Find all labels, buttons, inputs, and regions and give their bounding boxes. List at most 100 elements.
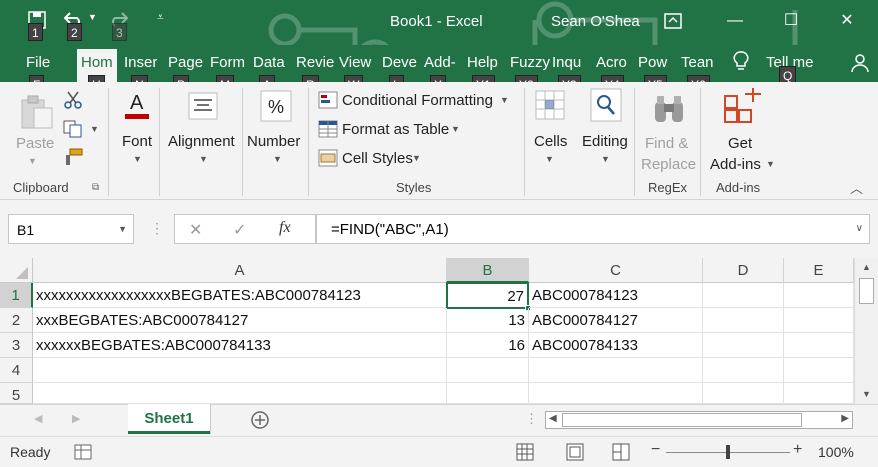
alignment-dropdown-icon[interactable]: ▼ xyxy=(199,154,208,164)
paste-dropdown-icon[interactable]: ▼ xyxy=(28,156,37,166)
page-break-view-icon[interactable] xyxy=(612,443,630,461)
vertical-scrollbar[interactable]: ▲ ▼ xyxy=(854,258,878,404)
cell-styles-icon[interactable] xyxy=(318,149,338,167)
cell-a1[interactable]: xxxxxxxxxxxxxxxxxxBEGBATES:ABC000784123 xyxy=(33,283,447,308)
insert-function-icon[interactable]: fx xyxy=(279,219,291,237)
collapse-ribbon-icon[interactable]: ︿ xyxy=(850,178,863,197)
cell-e2[interactable] xyxy=(784,308,854,333)
format-painter-icon[interactable] xyxy=(63,148,83,166)
cell-d5[interactable] xyxy=(703,383,784,404)
cell-e5[interactable] xyxy=(784,383,854,404)
cell-c4[interactable] xyxy=(529,358,703,383)
tab-inquire[interactable]: Inqu xyxy=(552,54,581,71)
cell-b2[interactable]: 13 xyxy=(447,308,529,333)
clipboard-launcher-icon[interactable]: ⧉ xyxy=(92,182,99,193)
find-replace-label[interactable]: Find & xyxy=(645,135,688,152)
share-person-icon[interactable] xyxy=(850,53,870,73)
editing-dropdown-icon[interactable]: ▼ xyxy=(601,154,610,164)
cells-dropdown-icon[interactable]: ▼ xyxy=(545,154,554,164)
paste-icon[interactable] xyxy=(18,94,54,130)
cut-icon[interactable] xyxy=(63,90,83,110)
editing-search-icon[interactable] xyxy=(590,88,622,122)
tab-review[interactable]: Revie xyxy=(296,54,334,71)
tab-formulas[interactable]: Form xyxy=(210,54,245,71)
tab-file[interactable]: File xyxy=(26,54,50,71)
number-dropdown-icon[interactable]: ▼ xyxy=(273,154,282,164)
undo-dropdown-icon[interactable]: ▼ xyxy=(88,12,97,22)
find-replace-label-2[interactable]: Replace xyxy=(641,156,696,173)
name-box[interactable]: B1 ▼ xyxy=(8,214,134,244)
formula-input[interactable]: =FIND("ABC",A1) ∨ xyxy=(316,214,870,244)
cell-c1[interactable]: ABC000784123 xyxy=(529,283,703,308)
alignment-icon[interactable] xyxy=(188,92,218,120)
prev-sheet-icon[interactable]: ◀ xyxy=(34,412,42,425)
cell-styles-dropdown-icon[interactable]: ▼ xyxy=(412,153,421,163)
cell-c5[interactable] xyxy=(529,383,703,404)
scroll-down-icon[interactable]: ▼ xyxy=(862,389,871,399)
format-as-table-dropdown-icon[interactable]: ▼ xyxy=(451,124,460,134)
ribbon-display-options-icon[interactable] xyxy=(664,13,682,29)
customize-qat-icon[interactable]: ⩡ xyxy=(157,10,164,25)
scroll-left-icon[interactable]: ◀ xyxy=(549,413,557,424)
tab-view[interactable]: View xyxy=(339,54,371,71)
zoom-in-icon[interactable]: + xyxy=(793,441,802,459)
cell-styles-button[interactable]: Cell Styles xyxy=(342,150,413,167)
copy-dropdown-icon[interactable]: ▼ xyxy=(90,124,99,134)
conditional-formatting-dropdown-icon[interactable]: ▼ xyxy=(500,95,509,105)
tab-acrobat[interactable]: Acro xyxy=(596,54,627,71)
enter-check-icon[interactable]: ✓ xyxy=(233,220,246,240)
cell-a2[interactable]: xxxBEGBATES:ABC000784127 xyxy=(33,308,447,333)
scroll-right-icon[interactable]: ▶ xyxy=(841,413,849,424)
alignment-group-button[interactable]: Alignment xyxy=(168,133,235,150)
select-all-button[interactable] xyxy=(0,258,33,283)
number-format-icon[interactable]: % xyxy=(260,90,292,122)
page-layout-view-icon[interactable] xyxy=(566,443,584,461)
binoculars-icon[interactable] xyxy=(652,94,686,124)
zoom-out-icon[interactable]: − xyxy=(651,441,660,459)
cells-icon[interactable] xyxy=(535,90,565,120)
cell-b3[interactable]: 16 xyxy=(447,333,529,358)
user-name[interactable]: Sean O'Shea xyxy=(551,13,640,30)
cell-e3[interactable] xyxy=(784,333,854,358)
tab-page-layout[interactable]: Page xyxy=(168,54,203,71)
cell-a3[interactable]: xxxxxxBEGBATES:ABC000784133 xyxy=(33,333,447,358)
cell-d3[interactable] xyxy=(703,333,784,358)
cell-c3[interactable]: ABC000784133 xyxy=(529,333,703,358)
expand-formula-bar-icon[interactable]: ∨ xyxy=(856,223,863,234)
tab-power-pivot[interactable]: Pow xyxy=(638,54,667,71)
column-header-b[interactable]: B xyxy=(447,258,529,283)
tab-add-ins[interactable]: Add- xyxy=(424,54,456,71)
tab-fuzzy[interactable]: Fuzzy xyxy=(510,54,550,71)
tab-help[interactable]: Help xyxy=(467,54,498,71)
cell-e4[interactable] xyxy=(784,358,854,383)
tab-split-grip-icon[interactable]: ⋮ xyxy=(525,411,538,427)
editing-group-button[interactable]: Editing xyxy=(582,133,628,150)
tab-insert[interactable]: Inser xyxy=(124,54,157,71)
lightbulb-icon[interactable] xyxy=(733,51,749,73)
row-header-5[interactable]: 5 xyxy=(0,383,33,404)
zoom-slider-thumb[interactable] xyxy=(726,445,730,459)
get-add-ins-label-2[interactable]: Add-ins xyxy=(710,156,761,173)
row-header-3[interactable]: 3 xyxy=(0,333,33,358)
tab-team[interactable]: Tean xyxy=(681,54,714,71)
horizontal-scrollbar[interactable]: ◀ ▶ xyxy=(545,411,853,429)
cell-b5[interactable] xyxy=(447,383,529,404)
conditional-formatting-button[interactable]: Conditional Formatting xyxy=(342,92,493,109)
format-as-table-button[interactable]: Format as Table xyxy=(342,121,449,138)
next-sheet-icon[interactable]: ▶ xyxy=(72,412,80,425)
name-box-dropdown-icon[interactable]: ▼ xyxy=(118,224,127,234)
column-header-a[interactable]: A xyxy=(33,258,447,283)
scroll-up-icon[interactable]: ▲ xyxy=(862,262,871,272)
sheet-tab-sheet1[interactable]: Sheet1 xyxy=(128,404,210,434)
cell-d1[interactable] xyxy=(703,283,784,308)
number-group-button[interactable]: Number xyxy=(247,133,300,150)
conditional-formatting-icon[interactable] xyxy=(318,91,338,109)
row-header-2[interactable]: 2 xyxy=(0,308,33,333)
font-group-button[interactable]: Font xyxy=(122,133,152,150)
copy-icon[interactable] xyxy=(63,120,83,138)
get-add-ins-icon[interactable] xyxy=(723,88,763,126)
horizontal-scroll-thumb[interactable] xyxy=(562,413,802,427)
zoom-level[interactable]: 100% xyxy=(818,444,854,460)
cell-d2[interactable] xyxy=(703,308,784,333)
cells-group-button[interactable]: Cells xyxy=(534,133,567,150)
